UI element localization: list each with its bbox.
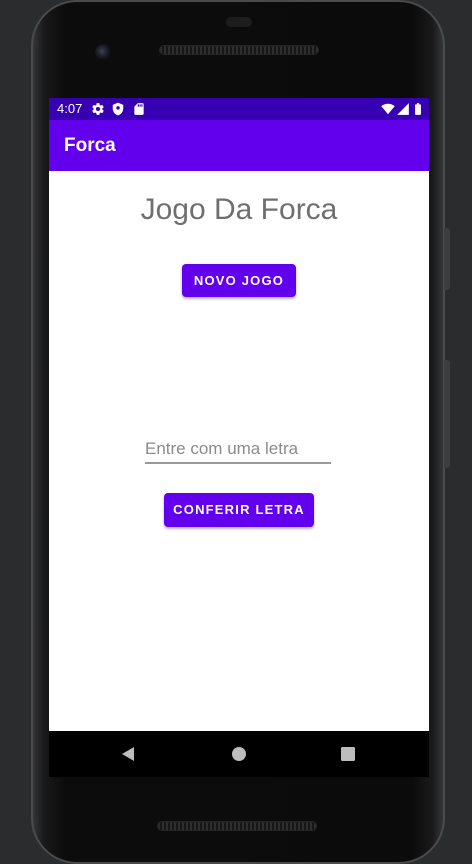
back-icon[interactable] [119,745,137,763]
navigation-bar [49,731,429,777]
app-bar: Forca [49,120,429,171]
signal-icon [397,103,409,115]
sensor-notch [226,17,252,27]
check-letter-button[interactable]: CONFERIR LETRA [164,493,314,527]
top-speaker [160,46,318,54]
app-title: Forca [64,135,116,156]
volume-button[interactable] [444,360,450,468]
emulator-stage: 4:07 Forca Jogo Da Forca NOVO JOGO Entre… [0,0,472,864]
recents-icon[interactable] [339,745,357,763]
shield-icon [112,102,124,116]
device-screen: 4:07 Forca Jogo Da Forca NOVO JOGO Entre… [49,98,429,731]
status-time: 4:07 [57,101,83,116]
battery-icon [415,103,421,115]
power-button[interactable] [444,228,450,290]
front-camera [95,44,111,60]
status-bar: 4:07 [49,98,429,120]
gear-icon [92,103,104,115]
wifi-icon [381,103,395,115]
letter-input[interactable] [145,436,331,464]
game-title: Jogo Da Forca [140,193,338,226]
bottom-speaker [158,822,316,830]
sd-card-icon [134,103,144,115]
main-content: Jogo Da Forca NOVO JOGO CONFERIR LETRA [49,171,429,731]
home-icon[interactable] [230,745,248,763]
new-game-button[interactable]: NOVO JOGO [182,264,296,297]
